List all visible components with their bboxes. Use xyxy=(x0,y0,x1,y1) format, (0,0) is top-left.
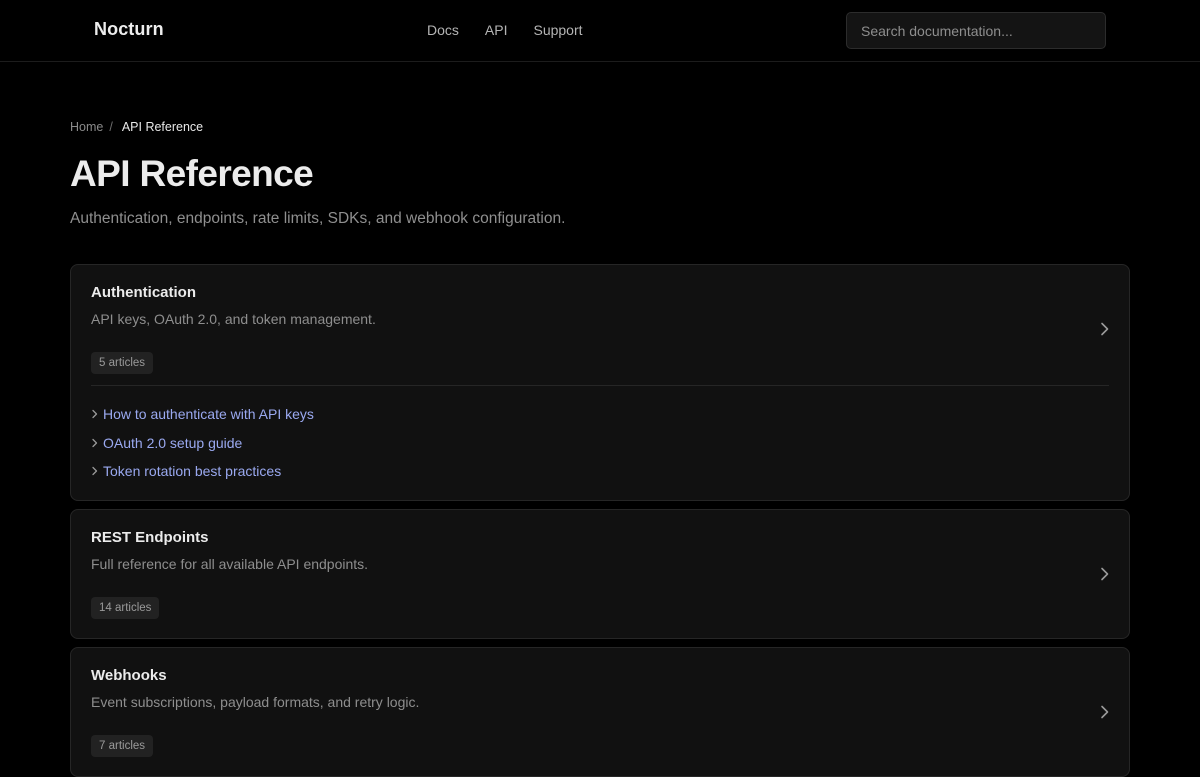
category-card-authentication[interactable]: Authentication API keys, OAuth 2.0, and … xyxy=(70,264,1130,501)
card-description: API keys, OAuth 2.0, and token managemen… xyxy=(91,311,376,327)
article-count-badge: 14 articles xyxy=(91,597,160,619)
chevron-right-small-icon xyxy=(92,438,98,447)
card-description: Full reference for all available API end… xyxy=(91,556,369,572)
card-title: Webhooks xyxy=(91,667,167,684)
card-divider xyxy=(91,385,1109,386)
nav-link-support[interactable]: Support xyxy=(533,22,582,38)
nav-link-docs[interactable]: Docs xyxy=(427,22,459,38)
search-input[interactable] xyxy=(846,12,1106,49)
category-card-webhooks[interactable]: Webhooks Event subscriptions, payload fo… xyxy=(70,647,1130,777)
card-title: REST Endpoints xyxy=(91,529,209,546)
card-description: Event subscriptions, payload formats, an… xyxy=(91,694,420,710)
brand-logo[interactable]: Nocturn xyxy=(94,19,164,40)
chevron-right-icon xyxy=(1101,567,1109,581)
article-count-badge: 5 articles xyxy=(91,352,154,374)
chevron-right-small-icon xyxy=(92,410,98,419)
top-nav-bar: Nocturn Docs API Support xyxy=(0,0,1200,62)
category-card-rest-endpoints[interactable]: REST Endpoints Full reference for all av… xyxy=(70,509,1130,639)
article-link[interactable]: How to authenticate with API keys xyxy=(91,400,314,429)
nav-link-api[interactable]: API xyxy=(485,22,508,38)
breadcrumb: Home / API Reference xyxy=(70,120,203,134)
breadcrumb-home[interactable]: Home xyxy=(70,120,103,134)
article-link[interactable]: Token rotation best practices xyxy=(91,457,314,486)
article-link-label[interactable]: Token rotation best practices xyxy=(103,463,281,479)
card-title: Authentication xyxy=(91,284,196,301)
breadcrumb-current: API Reference xyxy=(121,120,204,134)
chevron-right-icon xyxy=(1101,322,1109,336)
article-link-label[interactable]: OAuth 2.0 setup guide xyxy=(103,435,242,451)
breadcrumb-separator: / xyxy=(109,120,113,134)
page-description: Authentication, endpoints, rate limits, … xyxy=(70,210,566,227)
main-nav: Docs API Support xyxy=(427,22,609,38)
chevron-right-icon xyxy=(1101,705,1109,719)
article-link[interactable]: OAuth 2.0 setup guide xyxy=(91,429,314,458)
page-title: API Reference xyxy=(70,153,314,194)
article-count-badge: 7 articles xyxy=(91,735,154,757)
article-list: How to authenticate with API keys OAuth … xyxy=(91,400,314,486)
chevron-right-small-icon xyxy=(92,467,98,476)
article-link-label[interactable]: How to authenticate with API keys xyxy=(103,406,314,422)
